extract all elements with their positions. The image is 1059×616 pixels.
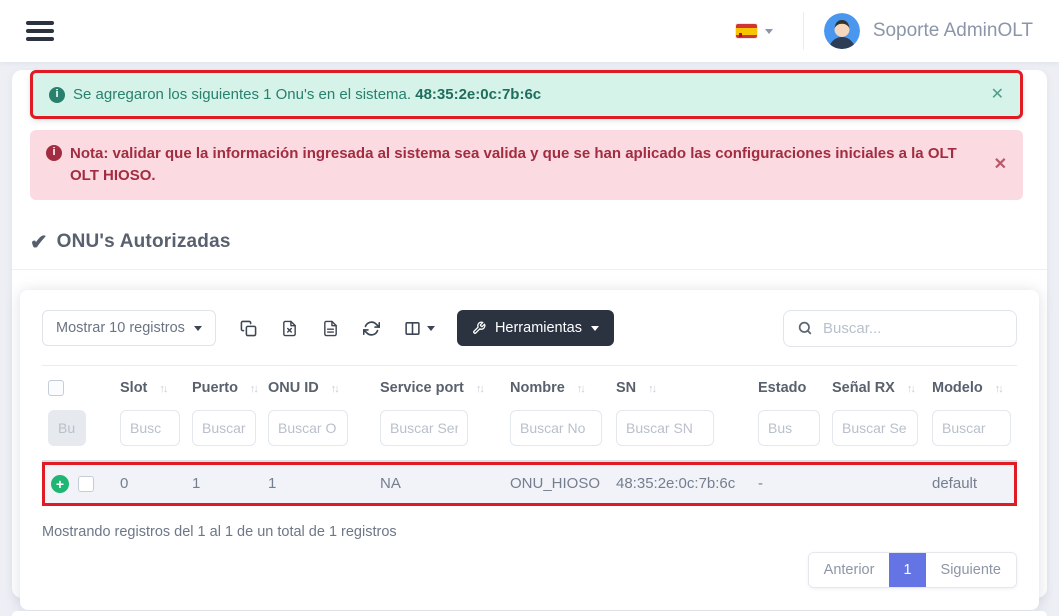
- top-navbar: Soporte AdminOLT: [0, 0, 1059, 62]
- success-alert: i Se agregaron los siguientes 1 Onu's en…: [30, 70, 1023, 119]
- copy-icon: [240, 320, 257, 337]
- success-alert-message: Se agregaron los siguientes 1 Onu's en e…: [73, 86, 411, 103]
- column-header-sn[interactable]: SN↑↓: [610, 366, 752, 408]
- table-columns-icon: [404, 320, 421, 337]
- filter-select-input: [48, 410, 86, 446]
- filter-onu-id-input[interactable]: [268, 410, 348, 446]
- filter-estado-input[interactable]: [758, 410, 820, 446]
- onus-table: Slot↑↓ Puerto↑↓ ONU ID↑↓ Service port↑↓ …: [42, 365, 1017, 506]
- tools-label: Herramientas: [495, 320, 582, 336]
- close-icon[interactable]: ✕: [991, 83, 1004, 106]
- export-file-button[interactable]: [322, 320, 339, 337]
- caret-down-icon: [765, 29, 773, 34]
- column-visibility-button[interactable]: [404, 320, 435, 337]
- cell-senal-rx: [826, 462, 926, 506]
- row-checkbox[interactable]: [78, 476, 94, 492]
- copy-button[interactable]: [240, 320, 257, 337]
- sort-icon: ↑↓: [907, 383, 914, 395]
- success-alert-mac: 48:35:2e:0c:7b:6c: [415, 86, 541, 103]
- warning-alert-message: Nota: validar que la información ingresa…: [70, 143, 976, 187]
- cell-puerto: 1: [186, 462, 262, 506]
- search-icon: [797, 320, 813, 336]
- next-page-button[interactable]: Siguiente: [926, 553, 1016, 587]
- filter-service-port-input[interactable]: [380, 410, 468, 446]
- tools-dropdown-button[interactable]: Herramientas: [457, 310, 614, 346]
- page-title: ONU's Autorizadas: [57, 231, 231, 253]
- export-excel-button[interactable]: [281, 320, 298, 337]
- column-header-nombre[interactable]: Nombre↑↓: [504, 366, 610, 408]
- cell-sn: 48:35:2e:0c:7b:6c: [610, 462, 752, 506]
- column-header-service-port[interactable]: Service port↑↓: [374, 366, 504, 408]
- table-filter-row: [42, 408, 1017, 462]
- checkmark-icon: ✔: [30, 230, 48, 255]
- column-header-senal-rx[interactable]: Señal RX↑↓: [826, 366, 926, 408]
- file-excel-icon: [281, 320, 298, 337]
- close-icon[interactable]: ✕: [994, 153, 1007, 176]
- bottom-panel-edge: [12, 611, 1047, 616]
- sort-icon: ↑↓: [331, 383, 338, 395]
- sort-icon: ↑↓: [648, 383, 655, 395]
- sort-icon: ↑↓: [577, 383, 584, 395]
- cell-service-port: NA: [374, 462, 504, 506]
- navbar-divider: [803, 12, 804, 50]
- language-selector[interactable]: [732, 18, 777, 44]
- user-name[interactable]: Soporte AdminOLT: [873, 20, 1033, 42]
- page-number-button[interactable]: 1: [889, 553, 925, 587]
- warning-alert: i Nota: validar que la información ingre…: [30, 130, 1023, 200]
- wrench-icon: [472, 321, 486, 335]
- sort-icon: ↑↓: [159, 383, 166, 395]
- cell-slot: 0: [114, 462, 186, 506]
- filter-modelo-input[interactable]: [932, 410, 1011, 446]
- cell-onu-id: 1: [262, 462, 374, 506]
- show-entries-label: Mostrar 10 registros: [56, 320, 185, 336]
- file-text-icon: [322, 320, 339, 337]
- caret-down-icon: [427, 326, 435, 331]
- select-all-checkbox[interactable]: [48, 380, 64, 396]
- refresh-icon: [363, 320, 380, 337]
- filter-senal-rx-input[interactable]: [832, 410, 918, 446]
- records-info: Mostrando registros del 1 al 1 de un tot…: [42, 524, 1017, 540]
- sort-icon: ↑↓: [995, 383, 1002, 395]
- user-avatar[interactable]: [824, 13, 860, 49]
- column-header-estado[interactable]: Estado: [752, 366, 826, 408]
- table-header-row: Slot↑↓ Puerto↑↓ ONU ID↑↓ Service port↑↓ …: [42, 366, 1017, 408]
- refresh-button[interactable]: [363, 320, 380, 337]
- spain-flag-icon: [736, 24, 757, 38]
- sort-icon: ↑↓: [250, 383, 257, 395]
- info-icon: i: [46, 145, 62, 161]
- previous-page-button[interactable]: Anterior: [809, 553, 890, 587]
- menu-hamburger-icon[interactable]: [26, 17, 54, 45]
- table-search: [783, 310, 1017, 347]
- cell-estado: -: [752, 462, 826, 506]
- caret-down-icon: [591, 326, 599, 331]
- column-header-slot[interactable]: Slot↑↓: [114, 366, 186, 408]
- expand-row-icon[interactable]: +: [51, 475, 69, 493]
- onus-table-card: Mostrar 10 registros Herramientas: [20, 290, 1039, 610]
- cell-nombre: ONU_HIOSO: [504, 462, 610, 506]
- column-header-onu-id[interactable]: ONU ID↑↓: [262, 366, 374, 408]
- filter-sn-input[interactable]: [616, 410, 714, 446]
- main-content-panel: i Se agregaron los siguientes 1 Onu's en…: [12, 70, 1047, 598]
- info-icon: i: [49, 87, 65, 103]
- filter-slot-input[interactable]: [120, 410, 180, 446]
- filter-nombre-input[interactable]: [510, 410, 602, 446]
- sort-icon: ↑↓: [476, 383, 483, 395]
- column-header-puerto[interactable]: Puerto↑↓: [186, 366, 262, 408]
- show-entries-dropdown[interactable]: Mostrar 10 registros: [42, 310, 216, 346]
- section-divider: [12, 269, 1047, 270]
- cell-modelo: default: [926, 462, 1017, 506]
- caret-down-icon: [194, 326, 202, 331]
- section-header: ✔ ONU's Autorizadas: [30, 230, 1029, 255]
- search-input[interactable]: [823, 320, 1003, 337]
- table-row: + 0 1 1 NA ONU_HIOSO 48:35:2e:0c:7b:6c -…: [42, 462, 1017, 506]
- column-header-modelo[interactable]: Modelo↑↓: [926, 366, 1017, 408]
- pagination: Anterior 1 Siguiente: [42, 552, 1017, 588]
- filter-puerto-input[interactable]: [192, 410, 256, 446]
- table-toolbar: Mostrar 10 registros Herramientas: [42, 310, 1017, 347]
